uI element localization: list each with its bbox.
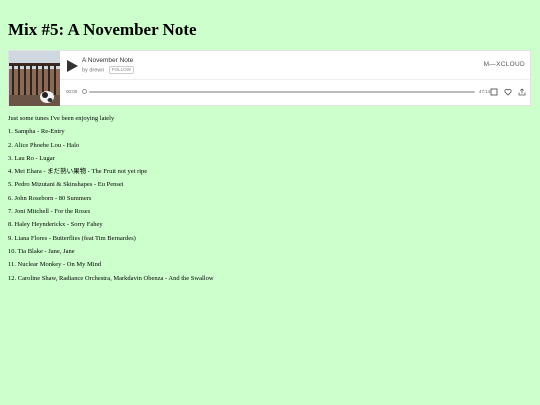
page-title: Mix #5: A November Note	[8, 20, 197, 39]
mixcloud-player: A November Note by drewn FOLLOW M—XCLOUD…	[8, 50, 531, 106]
tracklist-item: 6. John Roseborn - 80 Summers	[8, 194, 92, 202]
tracklist: 1. Sampha - Re-Entry 2. Alice Phoebe Lou…	[8, 125, 214, 285]
tracklist-item: 7. Joni Mitchell - For the Roses	[8, 208, 91, 216]
tracklist-item: 3. Lau Ro - Lugar	[8, 154, 55, 162]
tracklist-item: 11. Nuclear Monkey - On My Mind	[8, 261, 102, 269]
tracklist-item: 1. Sampha - Re-Entry	[8, 128, 65, 136]
tracklist-item: 9. Liana Flores - Butterflies (feat Tim …	[8, 234, 136, 242]
follow-button[interactable]: FOLLOW	[108, 66, 134, 74]
artist-link[interactable]: drewn	[89, 67, 104, 73]
play-icon[interactable]	[65, 59, 79, 73]
cover-art[interactable]	[9, 51, 60, 106]
track-byline: by drewn FOLLOW	[82, 66, 134, 74]
player-divider	[60, 79, 530, 80]
track-title[interactable]: A November Note	[82, 57, 133, 64]
tracklist-item: 12. Caroline Shaw, Radiance Orchestra, M…	[8, 274, 214, 282]
seek-bar[interactable]	[89, 91, 475, 93]
time-elapsed: 00:00	[66, 89, 78, 94]
cover-art-image	[9, 51, 60, 106]
mixcloud-logo[interactable]: M—XCLOUD	[484, 61, 525, 68]
tracklist-item: 2. Alice Phoebe Lou - Halo	[8, 141, 80, 149]
tracklist-item: 8. Haley Heynderickx - Sorry Fahey	[8, 221, 103, 229]
tracklist-item: 10. Tia Blake - Jane, Jane	[8, 247, 75, 255]
seek-knob[interactable]	[82, 89, 87, 94]
tracklist-item: 4. Mei Ehara - まだ熟い果物 - The Fruit not ye…	[8, 168, 148, 176]
intro-text: Just some tunes I've been enjoying latel…	[8, 115, 115, 122]
add-to-playlist-icon[interactable]	[490, 88, 498, 96]
share-icon[interactable]	[518, 88, 526, 96]
time-total: 47:14	[479, 89, 491, 94]
tracklist-item: 5. Pedro Mizutani & Skinshapes - Eu Pens…	[8, 181, 124, 189]
heart-icon[interactable]	[504, 88, 512, 96]
by-prefix: by	[82, 67, 88, 74]
mix-description: Just some tunes I've been enjoying latel…	[8, 112, 214, 285]
